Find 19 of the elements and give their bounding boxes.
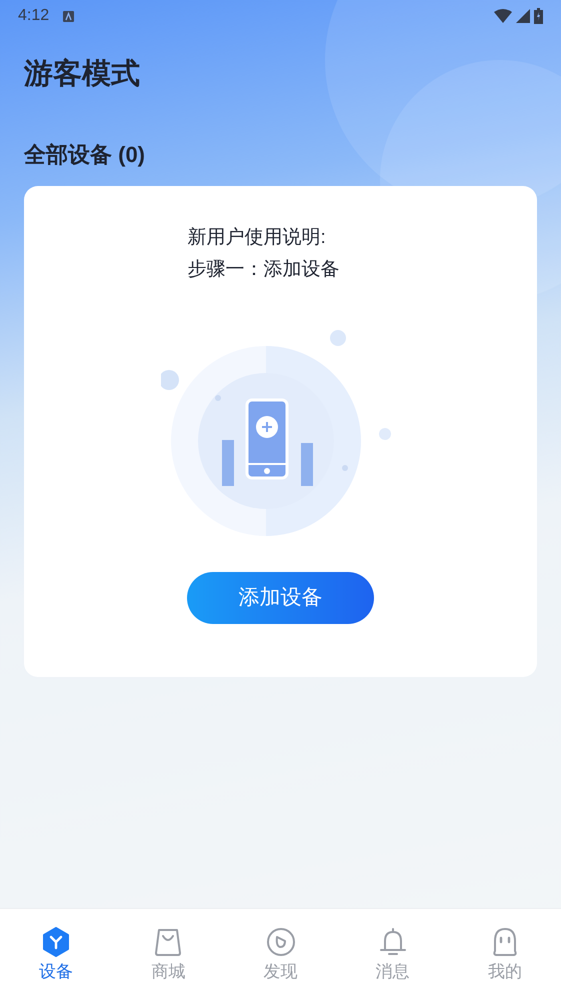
wifi-icon [494,9,512,23]
nav-tab[interactable]: 消息 [336,909,449,999]
instruction-text: 新用户使用说明: [188,226,327,250]
nav-tab[interactable]: 商城 [112,909,224,999]
nav-tab[interactable]: 设备 [0,909,112,999]
signal-icon [516,9,530,23]
instruction-text: 步骤一：添加设备 [188,258,340,282]
compass-icon [266,927,296,957]
page-title: 游客模式 [24,56,141,92]
nav-tab[interactable]: 我的 [448,909,561,999]
status-time: 4:12 [18,6,50,26]
notification-icon [63,10,74,22]
hexagon-icon [41,927,72,957]
bag-icon [153,927,184,957]
add-device-button[interactable]: 添加设备 [187,572,374,624]
bell-icon [378,927,408,957]
nav-tab[interactable]: 发现 [224,909,337,999]
section-title: 全部设备 (0) [24,141,146,169]
battery-icon [534,8,543,24]
